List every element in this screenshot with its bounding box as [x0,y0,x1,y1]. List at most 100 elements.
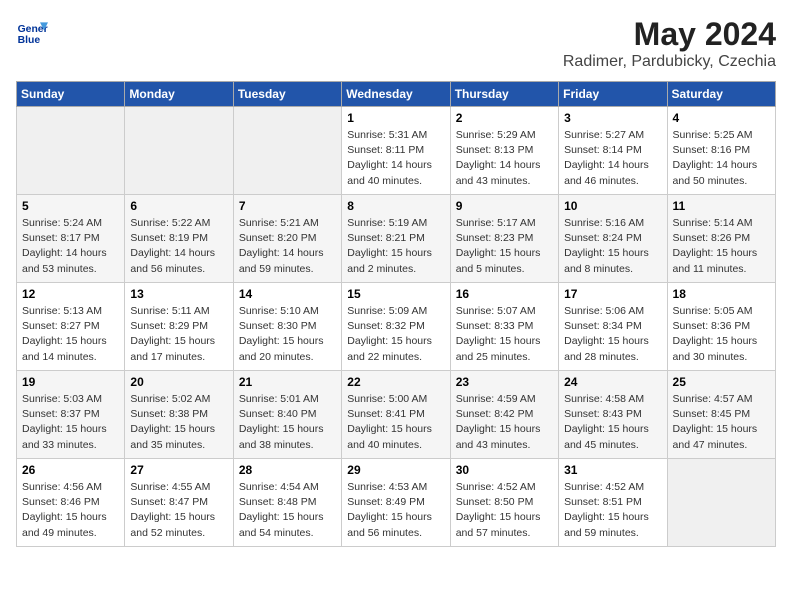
day-number: 25 [673,375,770,389]
day-number: 3 [564,111,661,125]
day-number: 9 [456,199,553,213]
day-info: Sunrise: 4:53 AM Sunset: 8:49 PM Dayligh… [347,480,444,541]
day-info: Sunrise: 5:06 AM Sunset: 8:34 PM Dayligh… [564,304,661,365]
calendar-cell: 21Sunrise: 5:01 AM Sunset: 8:40 PM Dayli… [233,371,341,459]
calendar-cell: 28 Sunrise: 4:54 AM Sunset: 8:48 PM Dayli… [233,459,341,547]
day-number: 24 [564,375,661,389]
page-header: General Blue May 2024 Radimer, Pardubick… [16,16,776,71]
calendar-cell: 4Sunrise: 5:25 AM Sunset: 8:16 PM Daylig… [667,107,775,195]
day-info: Sunrise: 5:11 AM Sunset: 8:29 PM Dayligh… [130,304,227,365]
calendar-cell: 3 Sunrise: 5:27 AM Sunset: 8:14 PM Daylig… [559,107,667,195]
day-info: Sunrise: 4:55 AM Sunset: 8:47 PM Dayligh… [130,480,227,541]
day-number: 30 [456,463,553,477]
day-number: 16 [456,287,553,301]
day-number: 5 [22,199,119,213]
day-number: 31 [564,463,661,477]
day-info: Sunrise: 4:59 AM Sunset: 8:42 PM Dayligh… [456,392,553,453]
day-info: Sunrise: 5:07 AM Sunset: 8:33 PM Dayligh… [456,304,553,365]
calendar-cell [667,459,775,547]
week-row-1: 1 Sunrise: 5:31 AM Sunset: 8:11 PM Daylig… [17,107,776,195]
calendar-cell: 8 Sunrise: 5:19 AM Sunset: 8:21 PM Daylig… [342,195,450,283]
day-number: 22 [347,375,444,389]
calendar-cell: 5 Sunrise: 5:24 AM Sunset: 8:17 PM Daylig… [17,195,125,283]
day-info: Sunrise: 5:22 AM Sunset: 8:19 PM Dayligh… [130,216,227,277]
day-number: 8 [347,199,444,213]
day-info: Sunrise: 5:03 AM Sunset: 8:37 PM Dayligh… [22,392,119,453]
day-number: 1 [347,111,444,125]
col-header-saturday: Saturday [667,82,775,107]
logo-icon: General Blue [16,16,48,48]
day-number: 28 [239,463,336,477]
day-info: Sunrise: 5:01 AM Sunset: 8:40 PM Dayligh… [239,392,336,453]
day-info: Sunrise: 5:27 AM Sunset: 8:14 PM Dayligh… [564,128,661,189]
day-number: 2 [456,111,553,125]
calendar-cell: 26 Sunrise: 4:56 AM Sunset: 8:46 PM Dayli… [17,459,125,547]
col-header-sunday: Sunday [17,82,125,107]
day-info: Sunrise: 4:56 AM Sunset: 8:46 PM Dayligh… [22,480,119,541]
week-row-2: 5 Sunrise: 5:24 AM Sunset: 8:17 PM Daylig… [17,195,776,283]
col-header-wednesday: Wednesday [342,82,450,107]
calendar-cell: 12 Sunrise: 5:13 AM Sunset: 8:27 PM Dayli… [17,283,125,371]
calendar-cell: 23 Sunrise: 4:59 AM Sunset: 8:42 PM Dayli… [450,371,558,459]
calendar-cell: 14 Sunrise: 5:10 AM Sunset: 8:30 PM Dayli… [233,283,341,371]
day-info: Sunrise: 5:13 AM Sunset: 8:27 PM Dayligh… [22,304,119,365]
day-info: Sunrise: 5:09 AM Sunset: 8:32 PM Dayligh… [347,304,444,365]
day-number: 27 [130,463,227,477]
page-title: May 2024 [563,16,776,53]
calendar-cell: 16 Sunrise: 5:07 AM Sunset: 8:33 PM Dayli… [450,283,558,371]
calendar-cell: 2Sunrise: 5:29 AM Sunset: 8:13 PM Daylig… [450,107,558,195]
day-number: 14 [239,287,336,301]
day-info: Sunrise: 5:24 AM Sunset: 8:17 PM Dayligh… [22,216,119,277]
calendar-cell: 19Sunrise: 5:03 AM Sunset: 8:37 PM Dayli… [17,371,125,459]
calendar-cell: 25 Sunrise: 4:57 AM Sunset: 8:45 PM Dayli… [667,371,775,459]
calendar-cell: 11 Sunrise: 5:14 AM Sunset: 8:26 PM Dayli… [667,195,775,283]
day-info: Sunrise: 5:10 AM Sunset: 8:30 PM Dayligh… [239,304,336,365]
col-header-friday: Friday [559,82,667,107]
week-row-3: 12 Sunrise: 5:13 AM Sunset: 8:27 PM Dayli… [17,283,776,371]
day-number: 13 [130,287,227,301]
day-number: 17 [564,287,661,301]
day-info: Sunrise: 5:21 AM Sunset: 8:20 PM Dayligh… [239,216,336,277]
day-number: 7 [239,199,336,213]
calendar-cell: 24 Sunrise: 4:58 AM Sunset: 8:43 PM Dayli… [559,371,667,459]
calendar-cell: 6Sunrise: 5:22 AM Sunset: 8:19 PM Daylig… [125,195,233,283]
day-info: Sunrise: 5:00 AM Sunset: 8:41 PM Dayligh… [347,392,444,453]
day-info: Sunrise: 5:25 AM Sunset: 8:16 PM Dayligh… [673,128,770,189]
week-row-5: 26 Sunrise: 4:56 AM Sunset: 8:46 PM Dayli… [17,459,776,547]
day-info: Sunrise: 4:52 AM Sunset: 8:50 PM Dayligh… [456,480,553,541]
page-subtitle: Radimer, Pardubicky, Czechia [563,53,776,71]
calendar-cell: 30 Sunrise: 4:52 AM Sunset: 8:50 PM Dayli… [450,459,558,547]
calendar-cell: 1 Sunrise: 5:31 AM Sunset: 8:11 PM Daylig… [342,107,450,195]
calendar-cell: 29 Sunrise: 4:53 AM Sunset: 8:49 PM Dayli… [342,459,450,547]
day-info: Sunrise: 5:31 AM Sunset: 8:11 PM Dayligh… [347,128,444,189]
day-info: Sunrise: 5:19 AM Sunset: 8:21 PM Dayligh… [347,216,444,277]
calendar-cell: 9 Sunrise: 5:17 AM Sunset: 8:23 PM Daylig… [450,195,558,283]
day-number: 29 [347,463,444,477]
col-header-tuesday: Tuesday [233,82,341,107]
day-info: Sunrise: 5:16 AM Sunset: 8:24 PM Dayligh… [564,216,661,277]
day-info: Sunrise: 5:05 AM Sunset: 8:36 PM Dayligh… [673,304,770,365]
logo: General Blue [16,16,48,48]
header-row: SundayMondayTuesdayWednesdayThursdayFrid… [17,82,776,107]
calendar-cell: 15Sunrise: 5:09 AM Sunset: 8:32 PM Dayli… [342,283,450,371]
day-info: Sunrise: 4:57 AM Sunset: 8:45 PM Dayligh… [673,392,770,453]
day-number: 12 [22,287,119,301]
day-number: 20 [130,375,227,389]
calendar-cell: 17 Sunrise: 5:06 AM Sunset: 8:34 PM Dayli… [559,283,667,371]
calendar-cell: 18Sunrise: 5:05 AM Sunset: 8:36 PM Dayli… [667,283,775,371]
title-block: May 2024 Radimer, Pardubicky, Czechia [563,16,776,71]
day-number: 10 [564,199,661,213]
calendar-cell [125,107,233,195]
day-number: 23 [456,375,553,389]
day-info: Sunrise: 4:52 AM Sunset: 8:51 PM Dayligh… [564,480,661,541]
calendar-cell [233,107,341,195]
svg-text:Blue: Blue [18,35,41,46]
col-header-monday: Monday [125,82,233,107]
day-info: Sunrise: 5:14 AM Sunset: 8:26 PM Dayligh… [673,216,770,277]
calendar-cell: 13 Sunrise: 5:11 AM Sunset: 8:29 PM Dayli… [125,283,233,371]
day-number: 26 [22,463,119,477]
day-number: 11 [673,199,770,213]
day-info: Sunrise: 4:54 AM Sunset: 8:48 PM Dayligh… [239,480,336,541]
day-info: Sunrise: 5:17 AM Sunset: 8:23 PM Dayligh… [456,216,553,277]
day-info: Sunrise: 4:58 AM Sunset: 8:43 PM Dayligh… [564,392,661,453]
